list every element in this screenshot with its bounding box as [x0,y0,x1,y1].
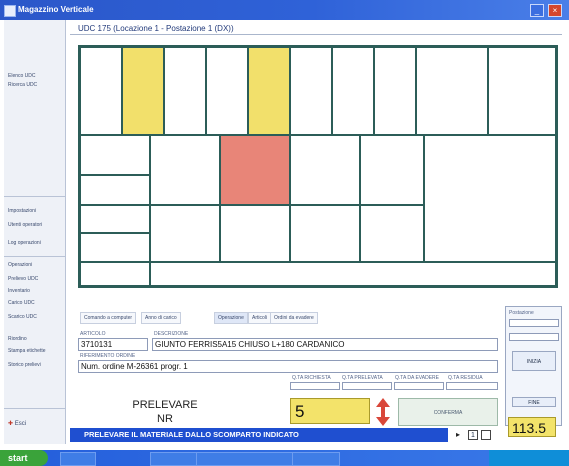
description-field[interactable]: GIUNTO FERRIS5A15 CHIUSO L+180 CARDANICO [152,338,498,351]
exit-icon: ✚ [8,421,14,427]
tab-articoli[interactable]: Articoli [248,312,272,324]
qty-toprocess-field[interactable] [394,382,444,390]
compartment[interactable] [360,205,424,262]
taskbar-item[interactable] [292,452,340,466]
status-message: PRELEVARE IL MATERIALE DALLO SCOMPARTO I… [70,428,448,442]
compartment[interactable] [488,47,556,135]
qty-label-residual: Q.TA RESIDUA [448,375,483,381]
quantity-display: 5 [290,398,370,424]
qty-residual-field[interactable] [446,382,498,390]
sidebar-item-scarico[interactable]: Scarico UDC [8,314,37,320]
app-icon [4,5,16,17]
sidebar-item-inventario[interactable]: Inventario [8,288,30,294]
article-code-field[interactable]: 3710131 [78,338,148,351]
pager: ▸ 1 [448,428,504,442]
compartment[interactable] [416,47,488,135]
compartment[interactable] [150,205,220,262]
compartment[interactable] [80,205,150,233]
sidebar-item-carico[interactable]: Carico UDC [8,300,35,306]
panel-field[interactable] [509,333,559,341]
sidebar-item-log[interactable]: Log operazioni [8,240,41,246]
description-label: DESCRIZIONE [154,331,189,337]
page-number[interactable]: 1 [468,430,478,440]
compartment[interactable] [374,47,416,135]
close-button[interactable]: × [548,4,562,17]
compartment[interactable] [290,205,360,262]
sidebar-item-ricerca[interactable]: Ricerca UDC [8,82,37,88]
action-instruction: PRELEVARE NR [120,398,210,426]
compartment[interactable] [80,233,150,262]
article-label: ARTICOLO [80,331,106,337]
order-field[interactable]: Num. ordine M-26361 progr. 1 [78,360,498,373]
sidebar-item-prelievo[interactable]: Prelievo UDC [8,276,38,282]
compartment[interactable] [332,47,374,135]
compartment[interactable] [150,262,556,286]
qty-label-picked: Q.TA PRELEVATA [342,375,383,381]
compartment[interactable] [80,47,122,135]
tab-anno[interactable]: Anno di carico [141,312,181,324]
system-tray [489,450,569,466]
page-box[interactable] [481,430,491,440]
compartment[interactable] [80,175,150,205]
sidebar-item-operazioni[interactable]: Operazioni [8,262,32,268]
sidebar-item-storico[interactable]: Storico prelievi [8,362,41,368]
right-panel: Postazione INIZIA FINE [505,306,562,426]
page-title: UDC 175 (Locazione 1 - Postazione 1 (DX)… [78,24,234,33]
compartment[interactable] [220,205,290,262]
compartment[interactable] [206,47,248,135]
qty-requested-field[interactable] [290,382,340,390]
compartment-highlighted[interactable] [122,47,164,135]
start-button[interactable]: start [0,450,48,466]
action-line1: PRELEVARE [132,399,198,411]
action-line2: NR [157,413,173,425]
minimize-button[interactable]: _ [530,4,544,17]
tab-operazione[interactable]: Operazione [214,312,248,324]
taskbar-item[interactable] [196,452,294,466]
sidebar-item-stampa[interactable]: Stampa etichette [8,348,46,354]
sidebar: Elenco UDC Ricerca UDC Impostazioni Uten… [4,20,66,444]
compartment[interactable] [290,135,360,205]
qty-label-requested: Q.TA RICHIESTA [292,375,331,381]
compartment[interactable] [150,135,220,205]
sidebar-item-elenco[interactable]: Elenco UDC [8,73,36,79]
taskbar-item[interactable] [150,452,198,466]
window-title: Magazzino Verticale [18,5,94,14]
taskbar: start [0,450,569,466]
shelf-grid [78,45,558,288]
tab-comando[interactable]: Comando a computer [80,312,137,324]
exit-button[interactable]: ✚ Esci [8,420,26,427]
compartment-highlighted[interactable] [248,47,290,135]
taskbar-item[interactable] [60,452,96,466]
compartment[interactable] [164,47,206,135]
order-label: RIFERIMENTO ORDINE [80,353,136,359]
sidebar-item-impostazioni[interactable]: Impostazioni [8,208,36,214]
title-bar: Magazzino Verticale _ × [0,0,569,20]
qty-picked-field[interactable] [342,382,392,390]
panel-field[interactable] [509,319,559,327]
compartment[interactable] [80,135,150,175]
exit-label: Esci [14,421,27,427]
sidebar-item-riordino[interactable]: Riordino [8,336,27,342]
counter-display: 113.5 [508,417,556,437]
right-panel-title: Postazione [509,310,534,316]
pager-arrow-icon[interactable]: ▸ [456,430,460,439]
compartment[interactable] [290,47,332,135]
quantity-stepper-icon[interactable] [376,398,390,426]
end-button[interactable]: FINE [512,397,556,407]
compartment-target[interactable] [220,135,290,205]
start-button[interactable]: INIZIA [512,351,556,371]
compartment[interactable] [424,135,556,262]
sidebar-item-utenti[interactable]: Utenti operatori [8,222,42,228]
tab-ordini[interactable]: Ordini da evadere [270,312,318,324]
qty-label-toprocess: Q.TA DA EVADERE [395,375,439,381]
confirm-button[interactable]: CONFERMA [398,398,498,426]
compartment[interactable] [80,262,150,286]
header-divider [70,34,562,35]
compartment[interactable] [360,135,424,205]
